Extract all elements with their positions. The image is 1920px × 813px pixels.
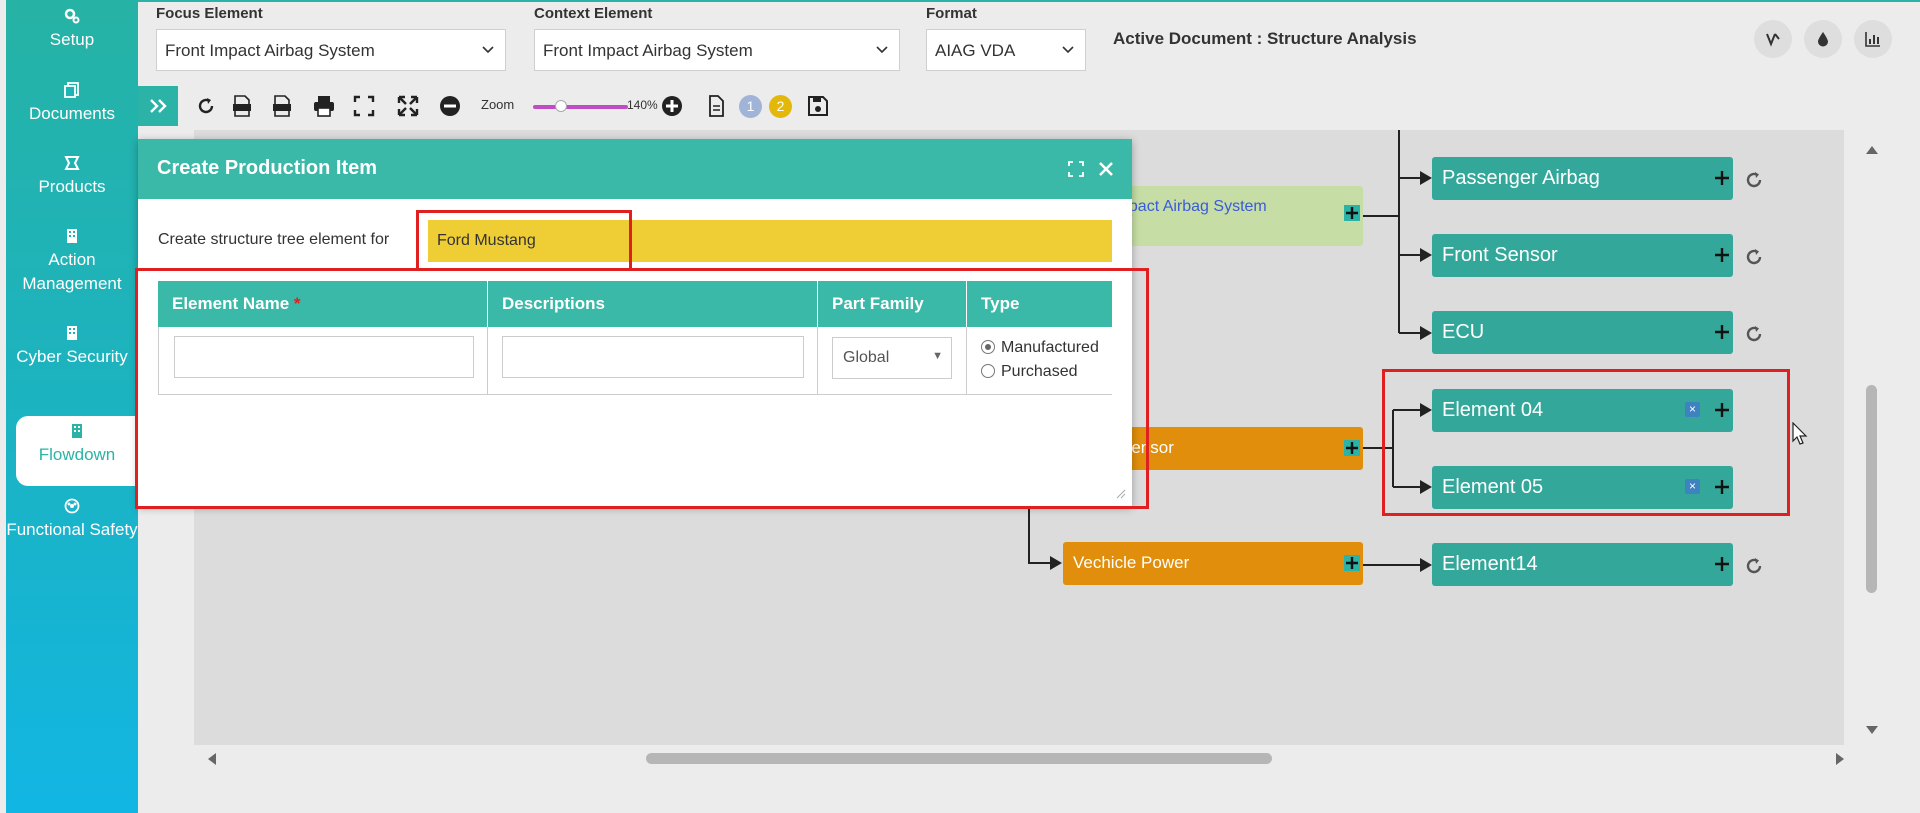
horizontal-scrollbar[interactable] [646,753,1272,764]
maximize-icon[interactable] [1068,161,1084,177]
annotation-box-new-elements [1382,369,1790,516]
dialog-header: Create Production Item [138,139,1132,199]
add-child-icon[interactable] [1714,247,1730,263]
tree-node-label: Front Sensor [1442,244,1558,266]
dialog-title: Create Production Item [157,157,378,179]
tree-node-label: ECU [1442,321,1485,343]
tree-node-root[interactable]: npact Airbag System [1110,186,1363,246]
tree-node-label: Element14 [1442,553,1538,575]
tree-node-ecu[interactable]: ECU [1432,311,1733,354]
tree-node-label: npact Airbag System [1120,198,1267,215]
mouse-cursor-icon [1792,422,1808,445]
refresh-icon[interactable] [1744,556,1764,576]
add-child-icon[interactable] [1714,556,1730,572]
tree-node-front-sensor[interactable]: Front Sensor [1432,234,1733,277]
tree-node-label: Passenger Airbag [1442,167,1600,189]
vertical-scrollbar[interactable] [1866,385,1877,593]
tree-node-vehicle-power[interactable]: Vechicle Power [1063,542,1363,585]
add-child-icon[interactable] [1714,170,1730,186]
scroll-up-arrow [1866,146,1878,154]
refresh-icon[interactable] [1744,247,1764,267]
add-child-icon[interactable] [1344,440,1360,456]
add-child-icon[interactable] [1344,555,1360,571]
refresh-icon[interactable] [1744,170,1764,190]
scroll-left-arrow [208,753,216,765]
create-for-label: Create structure tree element for [158,231,390,248]
scroll-down-arrow [1866,726,1878,734]
tree-node-passenger-airbag[interactable]: Passenger Airbag [1432,157,1733,200]
close-icon[interactable] [1098,161,1114,177]
annotation-box-form [135,268,1149,509]
tree-node-label: Vechicle Power [1073,553,1190,572]
add-child-icon[interactable] [1344,205,1360,221]
refresh-icon[interactable] [1744,324,1764,344]
scroll-right-arrow [1836,753,1844,765]
tree-node-element14[interactable]: Element14 [1432,543,1733,586]
add-child-icon[interactable] [1714,324,1730,340]
annotation-box-target [416,210,632,271]
